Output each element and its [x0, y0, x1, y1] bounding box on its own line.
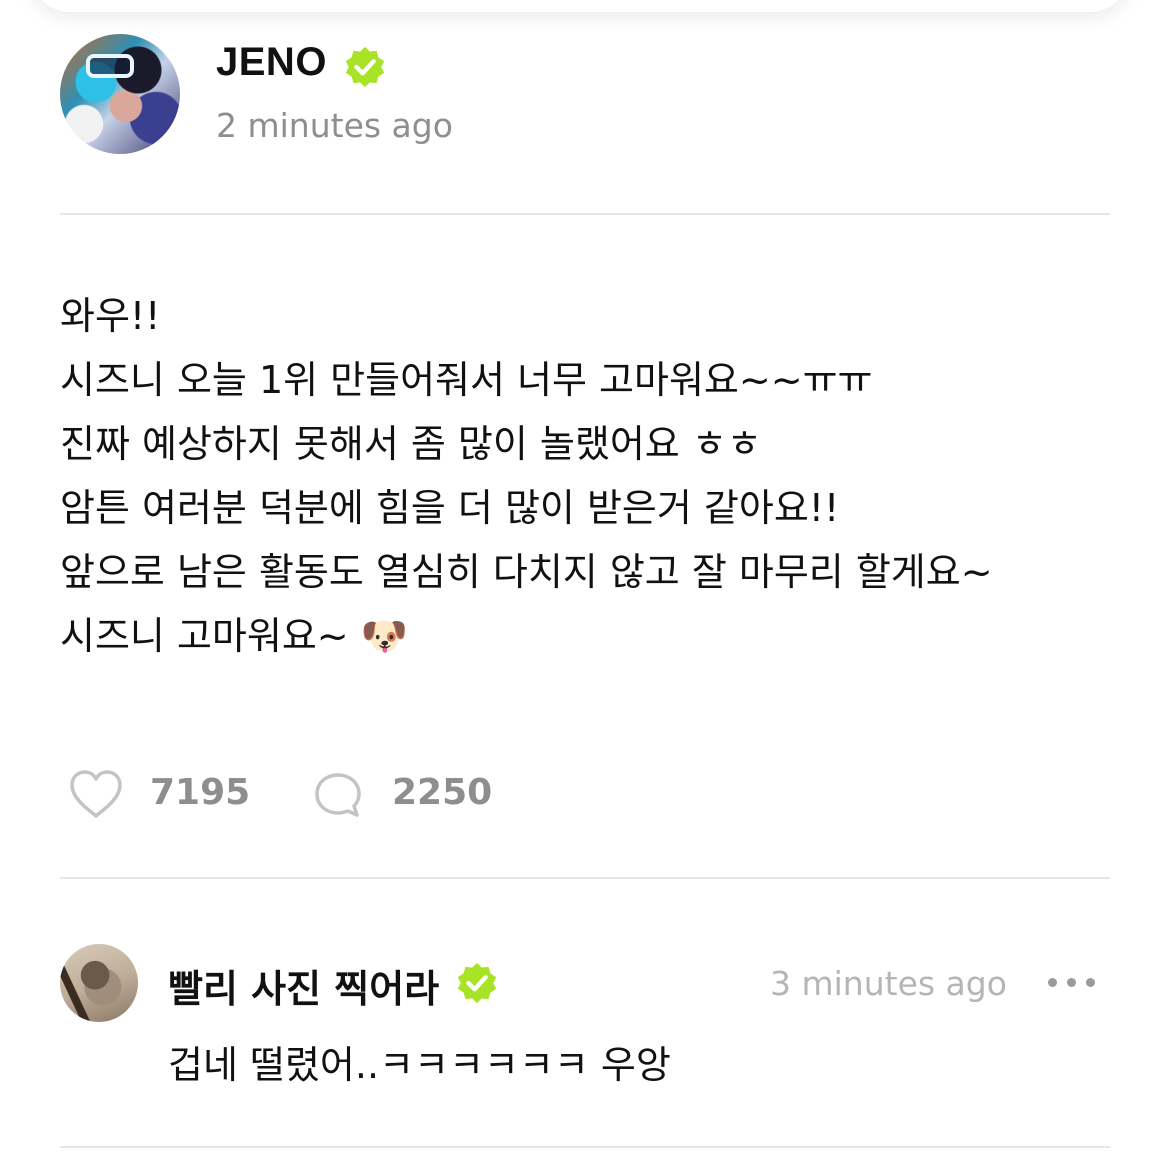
avatar-glasses-detail: [86, 54, 134, 78]
more-dot: [1048, 978, 1057, 987]
more-options-icon[interactable]: [1046, 974, 1098, 990]
reactions-divider: [60, 877, 1110, 879]
comment-item: 빨리 사진 찍어라 3 minutes ago 겁네 떨렸어..ㅋㅋㅋㅋㅋㅋ 우…: [60, 940, 1110, 1090]
commenter-name[interactable]: 빨리 사진 찍어라: [168, 958, 439, 1013]
comment-count: 2250: [392, 772, 493, 813]
post-header: JENO 2 minutes ago: [60, 34, 1110, 159]
commenter-avatar[interactable]: [60, 944, 138, 1022]
post-body: 와우!! 시즈니 오늘 1위 만들어줘서 너무 고마워요~~ㅠㅠ 진짜 예상하지…: [60, 284, 1120, 668]
post-line: 암튼 여러분 덕분에 힘을 더 많이 받은거 같아요!!: [60, 486, 840, 530]
more-dot: [1086, 978, 1095, 987]
post-line: 진짜 예상하지 못해서 좀 많이 놀랬어요 ㅎㅎ: [60, 422, 762, 466]
post-timestamp: 2 minutes ago: [216, 106, 453, 145]
author-name[interactable]: JENO: [216, 40, 327, 85]
post-line: 앞으로 남은 활동도 열심히 다치지 않고 잘 마무리 할게요~: [60, 550, 993, 594]
comment-timestamp: 3 minutes ago: [770, 964, 1007, 1003]
comment-divider: [60, 1146, 1110, 1148]
post-line: 시즈니 오늘 1위 만들어줘서 너무 고마워요~~ㅠㅠ: [60, 358, 873, 402]
verified-badge-icon: [457, 962, 497, 1004]
post-line: 시즈니 고마워요~ 🐶: [60, 614, 409, 658]
previous-card-edge: [30, 0, 1130, 12]
post-line: 와우!!: [60, 294, 161, 338]
avatar-detail: [60, 954, 93, 1022]
author-avatar[interactable]: [60, 34, 180, 154]
verified-badge-icon: [345, 46, 385, 88]
comment-bubble-icon[interactable]: [312, 770, 364, 820]
heart-icon[interactable]: [68, 768, 124, 820]
header-divider: [60, 213, 1110, 215]
like-count: 7195: [150, 772, 251, 813]
more-dot: [1067, 978, 1076, 987]
comment-text: 겁네 떨렸어..ㅋㅋㅋㅋㅋㅋ 우앙: [168, 1043, 671, 1087]
reaction-bar: 7195 2250: [60, 760, 1110, 830]
